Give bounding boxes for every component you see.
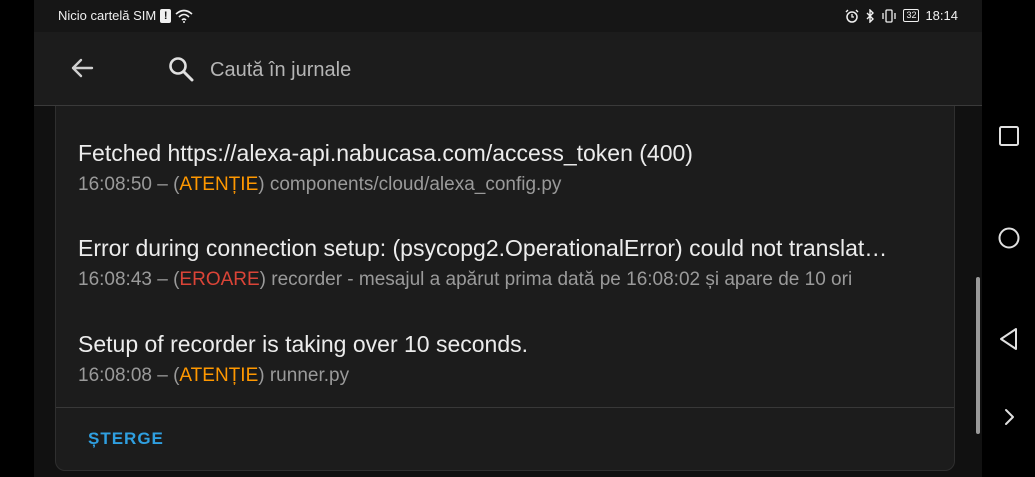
log-message: Fetched https://alexa-api.nabucasa.com/a… (78, 140, 693, 166)
status-bar: Nicio cartelă SIM ! 32 18:14 (34, 0, 982, 32)
log-message: Setup of recorder is taking over 10 seco… (78, 331, 529, 357)
meta-close: ) (259, 269, 266, 290)
meta-close: ) (258, 174, 265, 195)
status-bar-right: 32 18:14 (845, 8, 958, 23)
log-level-badge: EROARE (179, 269, 260, 290)
clear-button[interactable]: ȘTERGE (88, 429, 164, 449)
arrow-back-icon[interactable] (68, 54, 96, 82)
clock: 18:14 (925, 8, 958, 23)
log-entry[interactable]: Error during connection setup: (psycopg2… (78, 233, 938, 293)
meta-separator: – ( (151, 365, 180, 386)
log-source: runner.py (269, 365, 350, 386)
log-level-badge: ATENȚIE (179, 365, 259, 386)
log-meta: 16:08:50 – (ATENȚIE) components/cloud/al… (78, 172, 938, 198)
sim-alert-icon: ! (160, 8, 172, 23)
recent-apps-icon[interactable] (994, 121, 1024, 151)
log-card: Fetched https://alexa-api.nabucasa.com/a… (55, 106, 955, 471)
search-header (34, 32, 982, 106)
log-entry[interactable]: Setup of recorder is taking over 10 seco… (78, 329, 938, 389)
home-icon[interactable] (994, 223, 1024, 253)
meta-separator: – ( (151, 269, 180, 290)
bluetooth-icon (866, 8, 875, 23)
search-input[interactable] (208, 54, 812, 86)
battery-icon: 32 (903, 9, 920, 22)
log-time: 16:08:43 (78, 269, 152, 290)
search-icon (169, 57, 194, 82)
back-triangle-icon[interactable] (994, 324, 1024, 354)
log-source: recorder - mesajul a apărut prima dată p… (271, 269, 853, 290)
navigation-bar (982, 0, 1035, 477)
chevron-right-icon[interactable] (994, 402, 1024, 432)
wifi-icon (175, 9, 193, 23)
log-entry[interactable]: Fetched https://alexa-api.nabucasa.com/a… (78, 138, 938, 198)
log-meta: 16:08:08 – (ATENȚIE) runner.py (78, 363, 938, 389)
log-time: 16:08:08 (78, 365, 152, 386)
meta-separator: – ( (151, 174, 180, 195)
status-bar-left: Nicio cartelă SIM ! (58, 8, 193, 23)
alarm-icon (845, 9, 859, 23)
app-screen: Nicio cartelă SIM ! 32 18:14 Caută în ju… (34, 0, 982, 477)
meta-close: ) (258, 365, 265, 386)
carrier-label: Nicio cartelă SIM (58, 8, 157, 23)
log-source: components/cloud/alexa_config.py (269, 174, 562, 195)
scrollbar[interactable] (976, 277, 980, 434)
log-time: 16:08:50 (78, 174, 152, 195)
log-level-badge: ATENȚIE (179, 174, 259, 195)
vibrate-icon (882, 8, 897, 23)
card-divider (56, 407, 954, 408)
log-meta: 16:08:43 – (EROARE) recorder - mesajul a… (78, 267, 938, 293)
log-message: Error during connection setup: (psycopg2… (78, 235, 888, 261)
